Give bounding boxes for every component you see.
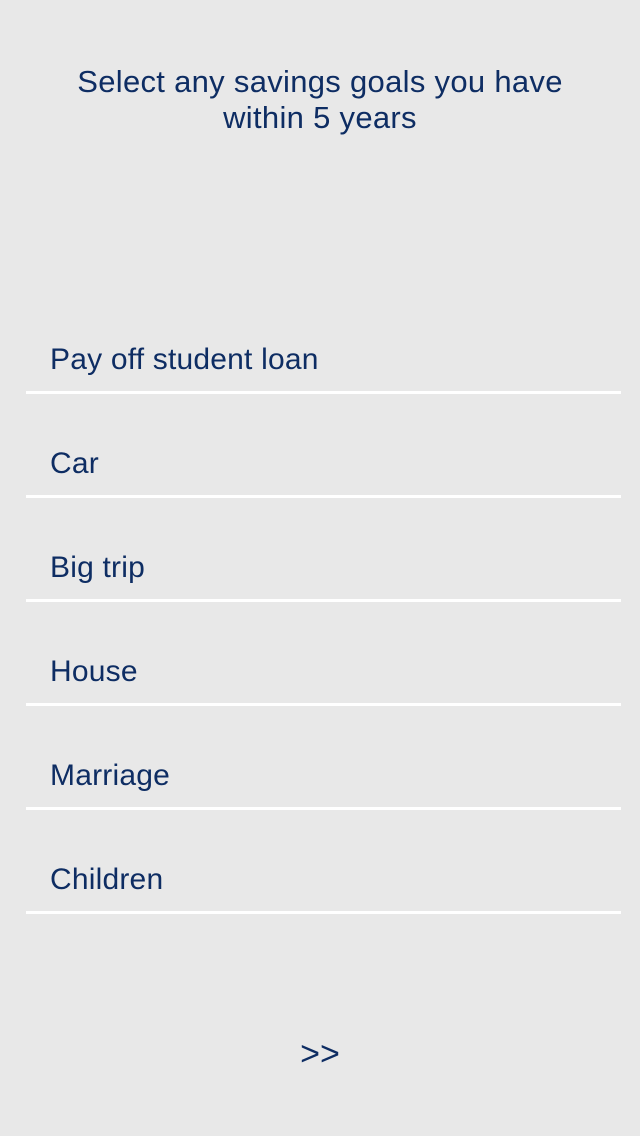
savings-goal-list: Pay off student loan Car Big trip House … [26, 290, 621, 914]
goal-option-children[interactable]: Children [26, 810, 621, 914]
goal-option-label: Car [50, 447, 99, 480]
goal-option-student-loan[interactable]: Pay off student loan [26, 290, 621, 394]
goal-option-house[interactable]: House [26, 602, 621, 706]
goal-option-label: Children [50, 863, 164, 896]
goal-option-big-trip[interactable]: Big trip [26, 498, 621, 602]
goal-option-label: Pay off student loan [50, 343, 319, 376]
savings-goals-screen: Select any savings goals you have within… [0, 0, 640, 1136]
page-title: Select any savings goals you have within… [77, 64, 563, 135]
goal-option-label: Big trip [50, 551, 145, 584]
goal-option-label: House [50, 655, 138, 688]
goal-option-label: Marriage [50, 759, 170, 792]
next-button[interactable]: >> [280, 1030, 360, 1078]
goal-option-car[interactable]: Car [26, 394, 621, 498]
goal-option-marriage[interactable]: Marriage [26, 706, 621, 810]
